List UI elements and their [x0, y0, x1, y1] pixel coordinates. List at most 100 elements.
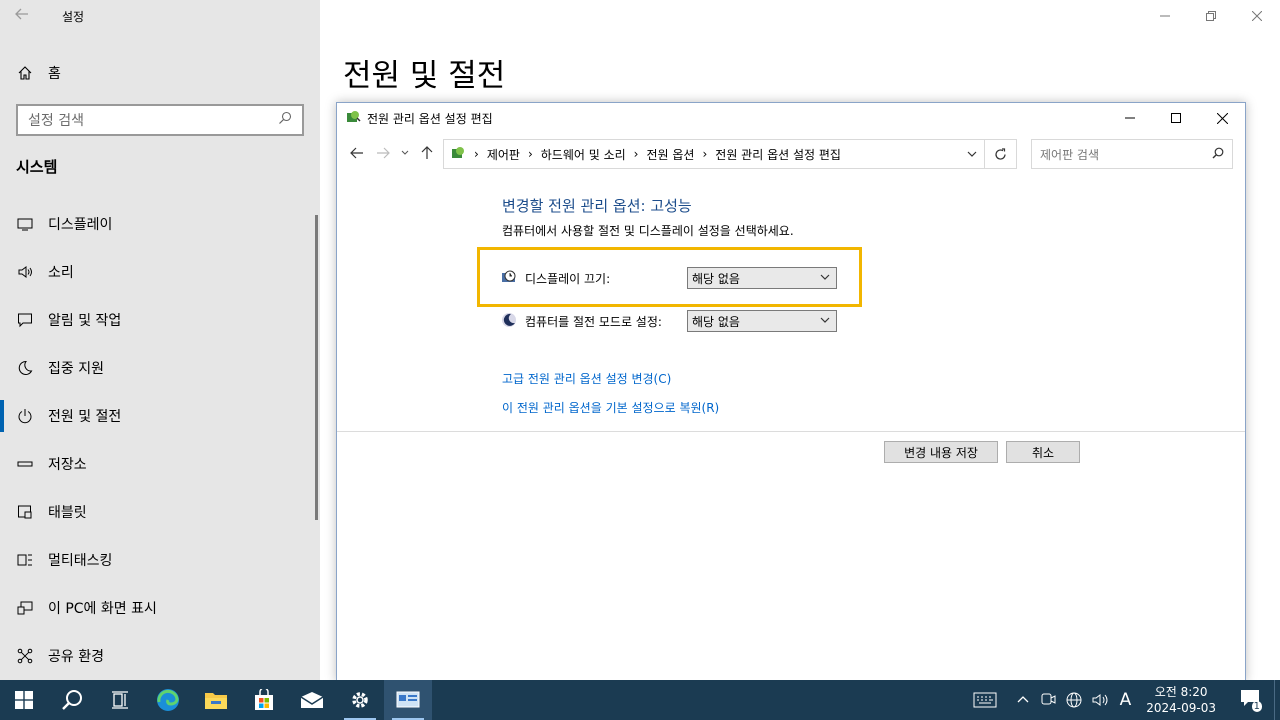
show-desktop-button[interactable] — [1274, 680, 1280, 720]
task-view-button[interactable] — [96, 680, 144, 720]
up-button[interactable] — [417, 141, 437, 165]
store-icon[interactable] — [240, 680, 288, 720]
address-box[interactable]: › 제어판 › 하드웨어 및 소리 › 전원 옵션 › 전원 관리 옵션 설정 … — [443, 139, 985, 169]
breadcrumb-separator-icon: › — [474, 147, 479, 161]
home-label: 홈 — [48, 66, 61, 82]
breadcrumb-item[interactable]: 전원 관리 옵션 설정 편집 — [715, 146, 841, 163]
sidebar-item-multitasking[interactable]: 멀티태스킹 — [0, 536, 314, 584]
chevron-up-icon[interactable] — [1011, 680, 1035, 720]
sleep-dropdown[interactable]: 해당 없음 — [687, 310, 837, 332]
share-icon — [16, 647, 34, 665]
sidebar-item-label: 공유 환경 — [48, 649, 104, 665]
chevron-down-icon — [820, 271, 830, 285]
sleep-row: 컴퓨터를 절전 모드로 설정: 해당 없음 — [501, 309, 837, 333]
nav-list: 디스플레이 소리 알림 및 작업 집중 지원 전원 및 절전 저장소 태블릿 멀… — [0, 200, 314, 680]
sidebar-item-focus-assist[interactable]: 집중 지원 — [0, 344, 314, 392]
clock-time: 오전 8:20 — [1154, 685, 1208, 699]
system-tray: A 오전 8:20 2024-09-03 1 — [959, 680, 1280, 720]
cp-search-input[interactable]: 제어판 검색 — [1031, 139, 1233, 169]
search-button[interactable] — [48, 680, 96, 720]
back-arrow-icon[interactable] — [14, 6, 34, 26]
sleep-label: 컴퓨터를 절전 모드로 설정: — [525, 314, 662, 329]
cancel-button[interactable]: 취소 — [1006, 441, 1080, 463]
plan-description: 컴퓨터에서 사용할 절전 및 디스플레이 설정을 선택하세요. — [502, 224, 794, 238]
sidebar-item-power-sleep[interactable]: 전원 및 절전 — [0, 392, 314, 440]
sidebar-item-label: 태블릿 — [48, 505, 87, 521]
sidebar-item-project-to-pc[interactable]: 이 PC에 화면 표시 — [0, 584, 314, 632]
address-dropdown-chevron-icon[interactable] — [957, 139, 985, 169]
network-icon[interactable] — [1061, 680, 1087, 720]
sidebar-scrollbar[interactable] — [315, 215, 318, 520]
cp-search-placeholder: 제어판 검색 — [1040, 147, 1100, 162]
start-button[interactable] — [0, 680, 48, 720]
settings-app-icon[interactable] — [336, 680, 384, 720]
sidebar-item-label: 멀티태스킹 — [48, 553, 113, 569]
ime-indicator[interactable]: A — [1115, 680, 1137, 720]
advanced-settings-link[interactable]: 고급 전원 관리 옵션 설정 변경(C) — [502, 370, 671, 387]
power-icon — [16, 407, 34, 425]
cp-minimize-button[interactable] — [1107, 103, 1153, 133]
control-panel-taskbar-icon[interactable] — [384, 680, 432, 720]
refresh-button[interactable] — [985, 139, 1017, 169]
display-off-label: 디스플레이 끄기: — [525, 271, 611, 286]
plan-heading: 변경할 전원 관리 옵션: 고성능 — [502, 197, 692, 215]
sidebar-item-label: 디스플레이 — [48, 217, 113, 233]
cp-window-controls — [1107, 103, 1245, 133]
control-panel-window: 전원 관리 옵션 설정 편집 › 제어판 › 하드웨어 및 소리 › 전원 옵션… — [336, 102, 1246, 682]
cp-divider — [337, 431, 1245, 432]
sidebar-item-label: 소리 — [48, 265, 74, 281]
edge-browser-icon[interactable] — [144, 680, 192, 720]
display-off-row: 디스플레이 끄기: 해당 없음 — [501, 266, 837, 290]
action-center-button[interactable]: 1 — [1226, 680, 1274, 720]
sidebar-item-label: 알림 및 작업 — [48, 313, 122, 329]
display-clock-icon — [501, 269, 517, 288]
multitask-icon — [16, 551, 34, 569]
cp-content: 변경할 전원 관리 옵션: 고성능 컴퓨터에서 사용할 절전 및 디스플레이 설… — [337, 173, 1245, 431]
breadcrumb-item[interactable]: 전원 옵션 — [646, 146, 694, 163]
settings-sidebar: 설정 홈 설정 검색 시스템 디스플레이 소리 알림 및 작업 집중 지원 전원… — [0, 0, 320, 680]
cp-titlebar: 전원 관리 옵션 설정 편집 — [337, 103, 1245, 133]
storage-icon — [16, 455, 34, 473]
file-explorer-icon[interactable] — [192, 680, 240, 720]
sidebar-item-sound[interactable]: 소리 — [0, 248, 314, 296]
moon-icon — [501, 312, 517, 331]
keyboard-icon[interactable] — [959, 680, 1011, 720]
cp-maximize-button[interactable] — [1153, 103, 1199, 133]
meet-now-icon[interactable] — [1035, 680, 1061, 720]
close-button[interactable] — [1234, 0, 1280, 32]
sidebar-item-display[interactable]: 디스플레이 — [0, 200, 314, 248]
moon-icon — [16, 359, 34, 377]
minimize-button[interactable] — [1142, 0, 1188, 32]
chevron-down-icon — [820, 314, 830, 328]
home-nav-item[interactable]: 홈 — [16, 62, 61, 84]
save-changes-button[interactable]: 변경 내용 저장 — [884, 441, 998, 463]
sidebar-item-shared-experiences[interactable]: 공유 환경 — [0, 632, 314, 680]
forward-button[interactable] — [373, 141, 393, 165]
notification-count: 1 — [1251, 701, 1262, 712]
cp-address-bar: › 제어판 › 하드웨어 및 소리 › 전원 옵션 › 전원 관리 옵션 설정 … — [337, 133, 1245, 173]
recent-locations-chevron-icon[interactable] — [399, 141, 411, 165]
display-off-dropdown[interactable]: 해당 없음 — [687, 267, 837, 289]
mail-icon[interactable] — [288, 680, 336, 720]
sidebar-item-notifications[interactable]: 알림 및 작업 — [0, 296, 314, 344]
clock[interactable]: 오전 8:20 2024-09-03 — [1136, 680, 1226, 720]
speaker-icon — [16, 263, 34, 281]
restore-defaults-link[interactable]: 이 전원 관리 옵션을 기본 설정으로 복원(R) — [502, 399, 719, 416]
cp-close-button[interactable] — [1199, 103, 1245, 133]
power-options-icon — [345, 109, 361, 128]
clock-date: 2024-09-03 — [1146, 701, 1216, 715]
sidebar-item-storage[interactable]: 저장소 — [0, 440, 314, 488]
volume-icon[interactable] — [1087, 680, 1115, 720]
sidebar-item-tablet[interactable]: 태블릿 — [0, 488, 314, 536]
tablet-icon — [16, 503, 34, 521]
search-icon — [278, 111, 292, 129]
breadcrumb-item[interactable]: 하드웨어 및 소리 — [541, 146, 626, 163]
monitor-icon — [16, 215, 34, 233]
back-button[interactable] — [347, 141, 367, 165]
search-icon — [1212, 147, 1224, 162]
notification-icon — [16, 311, 34, 329]
breadcrumb-item[interactable]: 제어판 — [487, 146, 520, 163]
control-panel-icon — [450, 145, 466, 164]
settings-search-input[interactable]: 설정 검색 — [16, 104, 304, 136]
restore-button[interactable] — [1188, 0, 1234, 32]
